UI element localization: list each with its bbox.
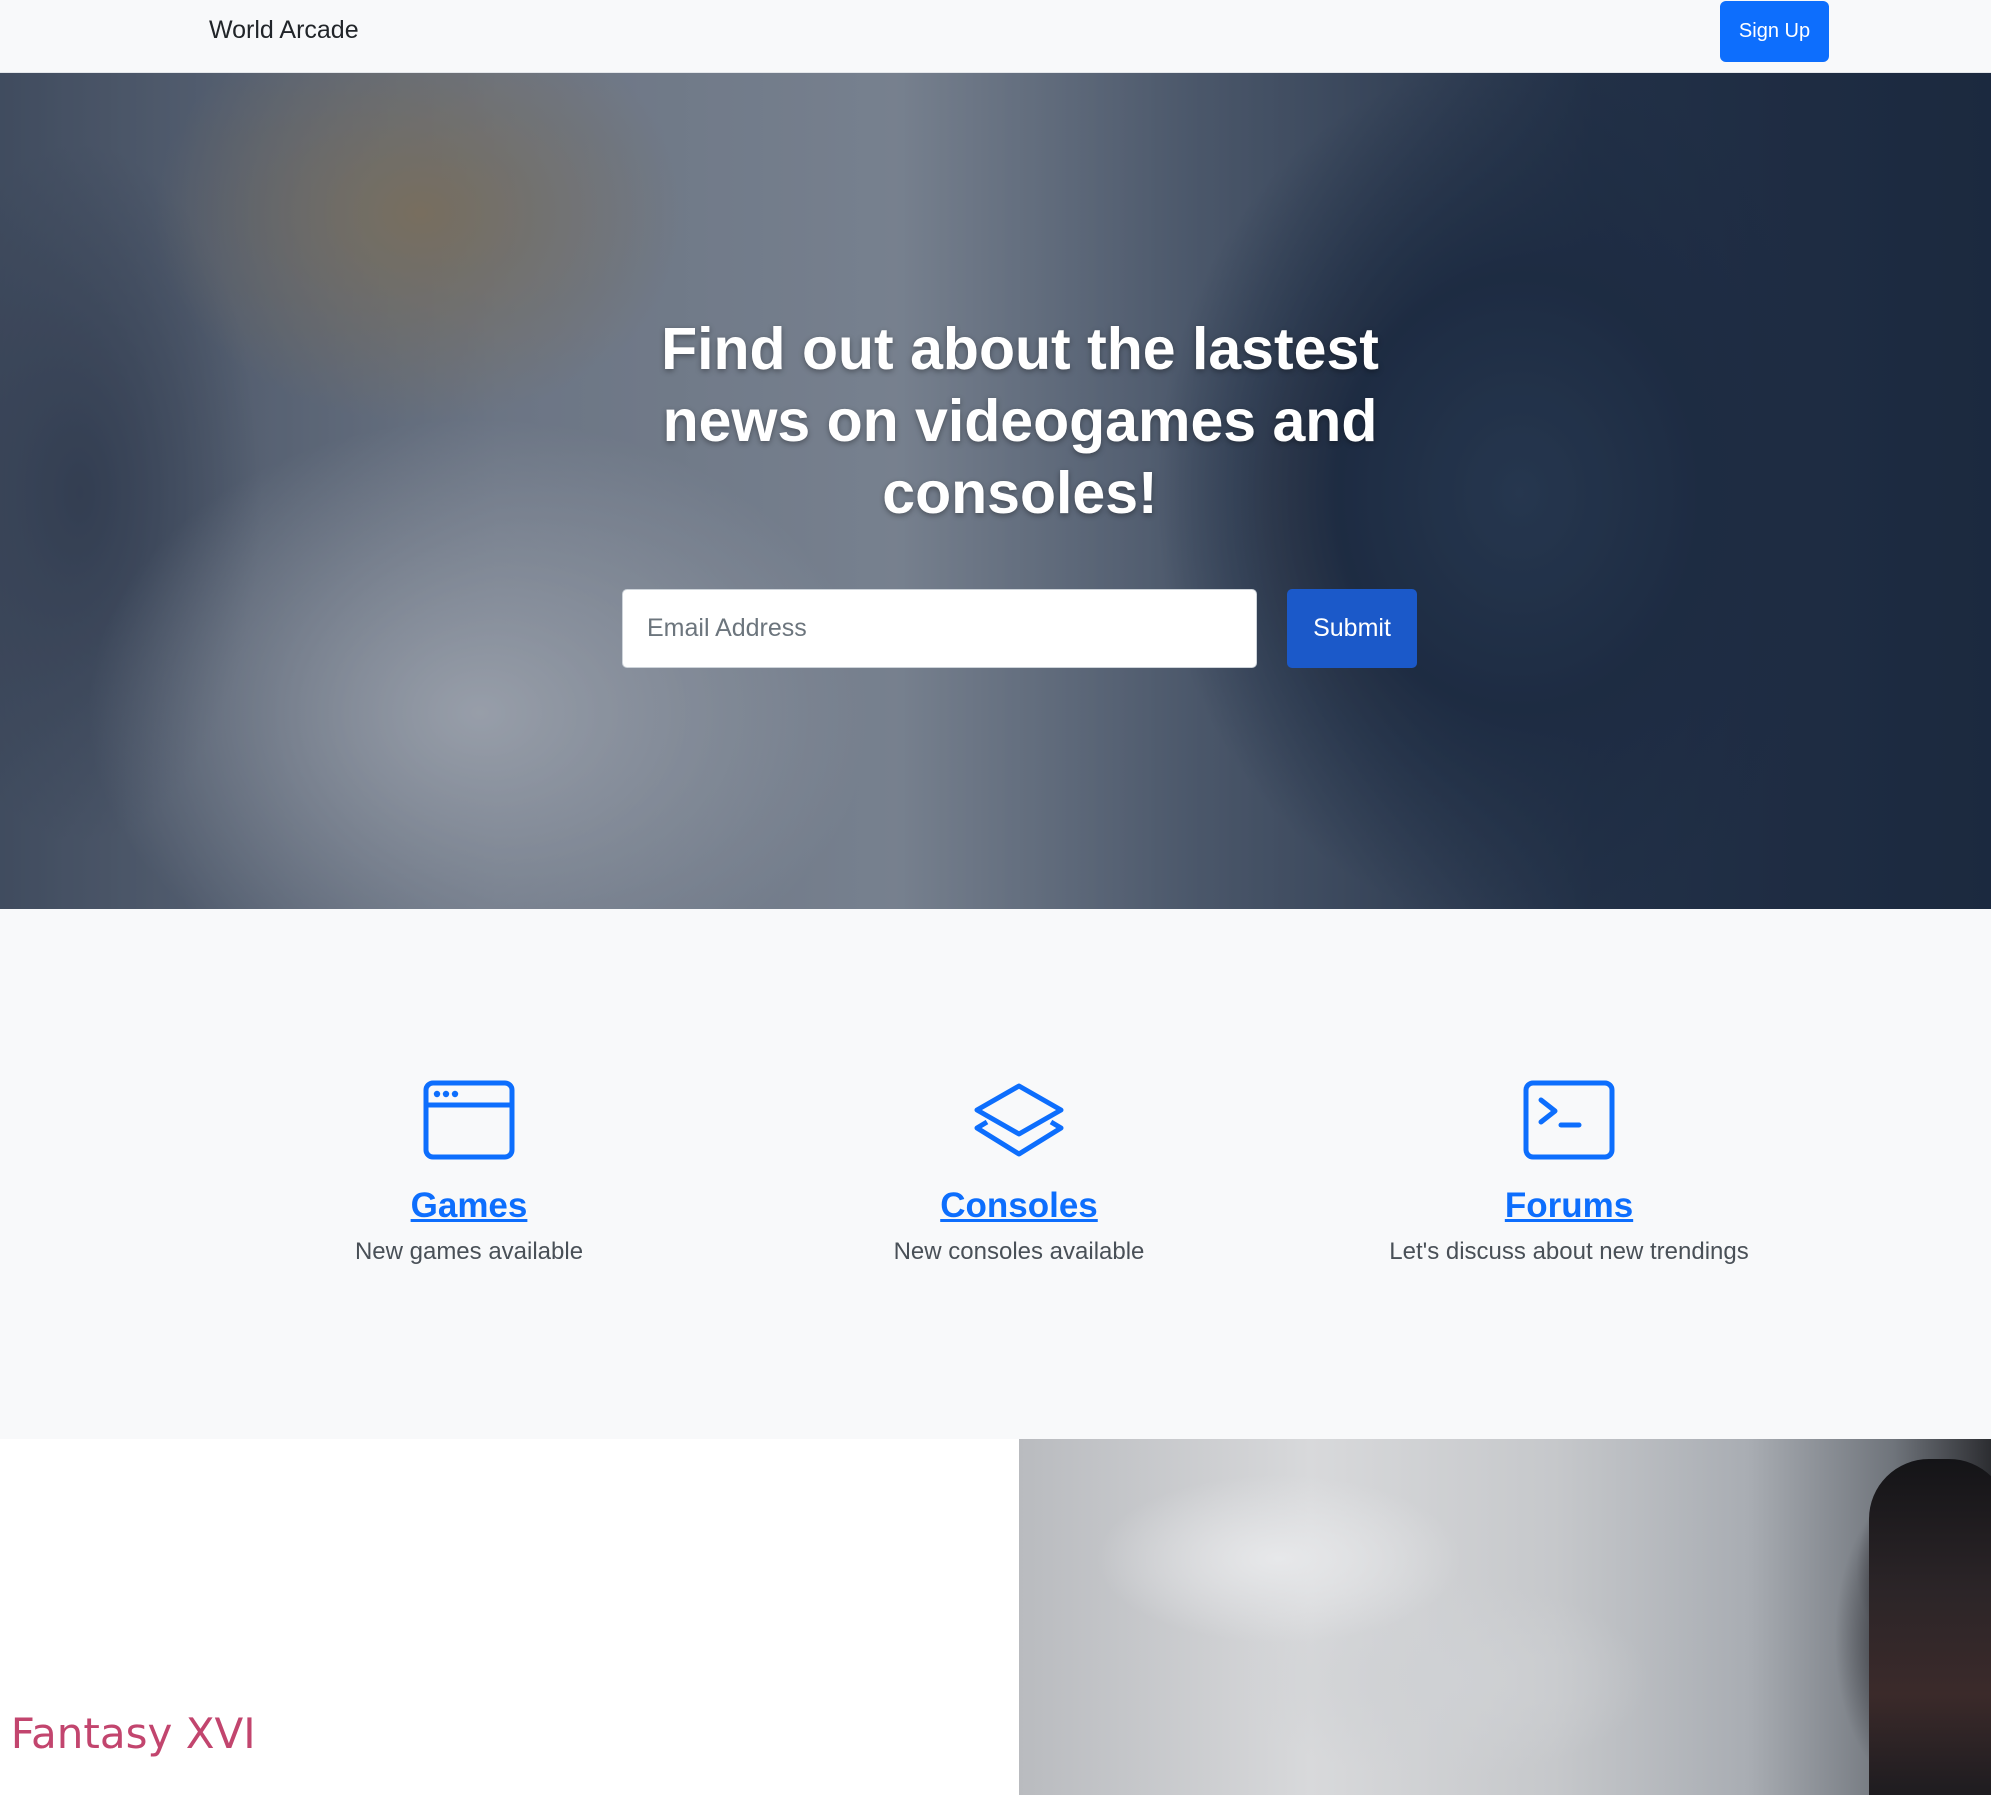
hero-section: Find out about the lastest news on video… bbox=[0, 73, 1991, 909]
games-description: New games available bbox=[354, 1238, 584, 1265]
browser-window-icon bbox=[219, 1080, 719, 1160]
layers-icon bbox=[769, 1080, 1269, 1160]
showcase-heading: al Fantasy XVI bbox=[0, 1709, 256, 1758]
sign-up-button[interactable]: Sign Up bbox=[1720, 1, 1829, 62]
features-section: Games New games available Consoles New c… bbox=[0, 909, 1991, 1439]
consoles-description: New consoles available bbox=[893, 1238, 1145, 1265]
brand-link[interactable]: World Arcade bbox=[209, 16, 359, 45]
feature-forums: Forums Let's discuss about new trendings bbox=[1319, 1080, 1819, 1266]
email-input[interactable] bbox=[622, 589, 1257, 668]
forums-link[interactable]: Forums bbox=[1505, 1186, 1633, 1226]
consoles-link[interactable]: Consoles bbox=[940, 1186, 1098, 1226]
showcase-section: al Fantasy XVI bbox=[0, 1439, 1991, 1795]
terminal-icon bbox=[1319, 1080, 1819, 1160]
showcase-image bbox=[1019, 1439, 1991, 1795]
feature-consoles: Consoles New consoles available bbox=[769, 1080, 1269, 1266]
character-figure bbox=[1869, 1459, 1991, 1795]
navbar: World Arcade Sign Up bbox=[0, 0, 1991, 73]
hero-title: Find out about the lastest news on video… bbox=[661, 316, 1379, 526]
forums-description: Let's discuss about new trendings bbox=[1389, 1238, 1749, 1265]
games-link[interactable]: Games bbox=[411, 1186, 528, 1226]
submit-button[interactable]: Submit bbox=[1287, 589, 1417, 668]
feature-games: Games New games available bbox=[219, 1080, 719, 1266]
